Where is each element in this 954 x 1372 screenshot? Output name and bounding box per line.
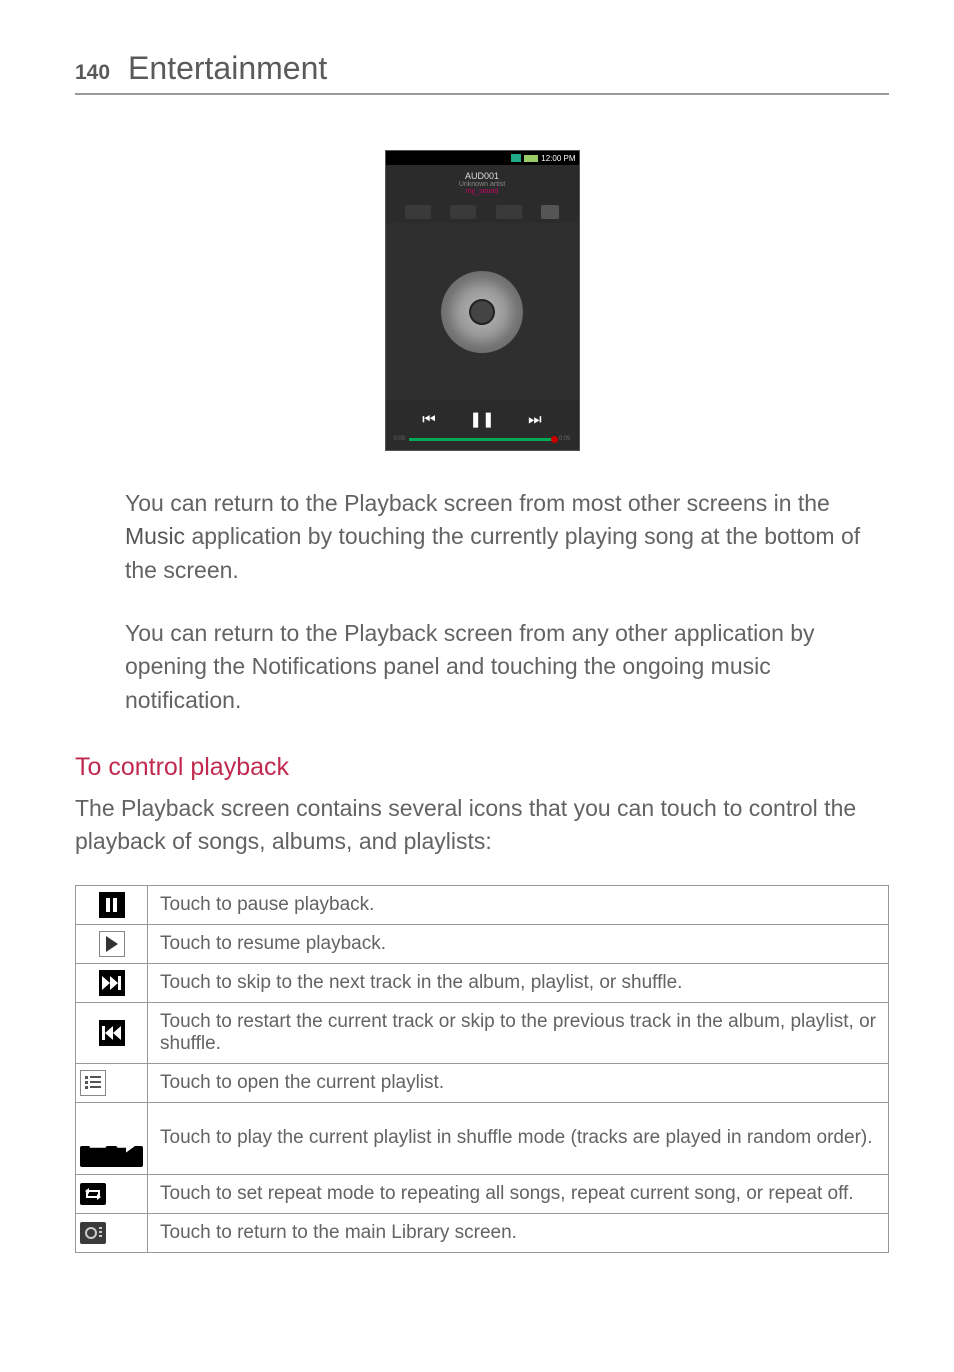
next-track-icon: ⏭ (528, 411, 542, 428)
paragraph-1: You can return to the Playback screen fr… (125, 487, 889, 587)
signal-icon (511, 154, 521, 162)
description-cell: Touch to restart the current track or sk… (148, 1002, 889, 1063)
page-number: 140 (75, 61, 110, 85)
playback-controls-row: ⏮ ❚❚ ⏭ (386, 400, 579, 432)
album-art-area (386, 223, 579, 400)
icon-cell (76, 1002, 148, 1063)
table-row: Touch to open the current playlist. (76, 1063, 889, 1102)
icon-cell (76, 1102, 148, 1174)
table-row: Touch to skip to the next track in the a… (76, 963, 889, 1002)
section-heading: To control playback (75, 753, 889, 782)
icon-cell (76, 1214, 148, 1253)
mini-tab (450, 205, 476, 219)
description-cell: Touch to return to the main Library scre… (148, 1214, 889, 1253)
icon-cell (76, 1175, 148, 1214)
description-cell: Touch to play the current playlist in sh… (148, 1102, 889, 1174)
table-row: Touch to return to the main Library scre… (76, 1214, 889, 1253)
page-header: 140 Entertainment (75, 50, 889, 95)
table-row: Touch to set repeat mode to repeating al… (76, 1175, 889, 1214)
pause-icon (99, 892, 125, 918)
section-intro: The Playback screen contains several ico… (75, 792, 889, 859)
table-row: Touch to play the current playlist in sh… (76, 1102, 889, 1174)
description-cell: Touch to skip to the next track in the a… (148, 963, 889, 1002)
track-title: AUD001 (386, 171, 579, 181)
mini-tabs (386, 201, 579, 223)
table-row: Touch to restart the current track or sk… (76, 1002, 889, 1063)
disc-icon (441, 271, 523, 353)
description-cell: Touch to set repeat mode to repeating al… (148, 1175, 889, 1214)
library-icon (80, 1222, 106, 1244)
playback-icons-table: Touch to pause playback. Touch to resume… (75, 885, 889, 1253)
play-icon (99, 931, 125, 957)
description-cell: Touch to resume playback. (148, 924, 889, 963)
text: application by touching the currently pl… (125, 523, 860, 582)
mini-tab (541, 205, 559, 219)
table-row: Touch to resume playback. (76, 924, 889, 963)
description-cell: Touch to pause playback. (148, 885, 889, 924)
previous-track-icon: ⏮ (422, 411, 436, 428)
music-player-screenshot: 12:00 PM AUD001 Unknown artist my_sound … (385, 150, 580, 451)
track-artist: Unknown artist (386, 181, 579, 188)
status-time: 12:00 PM (541, 154, 575, 163)
battery-icon (524, 155, 538, 162)
app-name: Music (125, 523, 185, 549)
pause-icon: ❚❚ (469, 410, 494, 428)
progress-thumb (551, 436, 558, 443)
disc-center (469, 299, 495, 325)
text: You can return to the Playback screen fr… (125, 490, 830, 516)
previous-track-icon (99, 1020, 125, 1046)
remaining-time: 0:05 (559, 436, 571, 442)
track-album: my_sound (386, 188, 579, 195)
repeat-icon (80, 1183, 106, 1205)
paragraph-2: You can return to the Playback screen fr… (125, 617, 889, 717)
playlist-icon (80, 1070, 106, 1096)
description-cell: Touch to open the current playlist. (148, 1063, 889, 1102)
mini-tab (405, 205, 431, 219)
icon-cell (76, 963, 148, 1002)
icon-cell (76, 924, 148, 963)
table-row: Touch to pause playback. (76, 885, 889, 924)
progress-bar: 0:00 0:05 (386, 432, 579, 450)
icon-cell (76, 1063, 148, 1102)
shuffle-icon (80, 1146, 143, 1167)
progress-track (409, 438, 555, 441)
icon-cell (76, 885, 148, 924)
elapsed-time: 0:00 (394, 436, 406, 442)
track-info: AUD001 Unknown artist my_sound (386, 165, 579, 201)
mini-tab (496, 205, 522, 219)
chapter-title: Entertainment (128, 50, 327, 87)
next-track-icon (99, 970, 125, 996)
status-bar: 12:00 PM (386, 151, 579, 165)
